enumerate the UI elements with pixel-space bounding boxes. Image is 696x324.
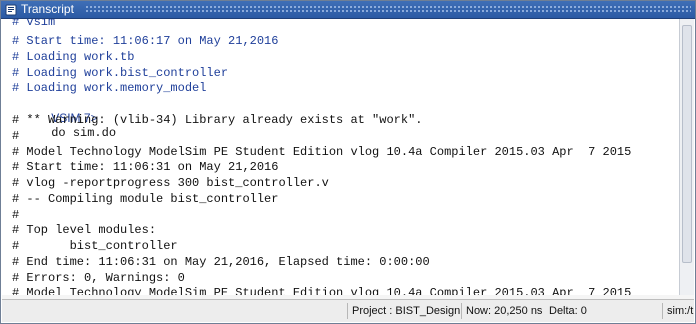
transcript-line: # Model Technology ModelSim PE Student E… xyxy=(12,145,632,159)
transcript-line: # Loading work.memory_model xyxy=(12,81,207,95)
status-now: Now: 20,250 ns xyxy=(461,303,549,319)
title-grip[interactable] xyxy=(85,5,691,14)
transcript-content[interactable]: # vsim # Start time: 11:06:17 on May 21,… xyxy=(4,19,680,296)
transcript-line: # End time: 11:06:31 on May 21,2016, Ela… xyxy=(12,255,430,269)
transcript-line: # Loading work.tb xyxy=(12,50,135,64)
transcript-line: # Start time: 11:06:31 on May 21,2016 xyxy=(12,160,279,174)
transcript-window-icon xyxy=(5,3,17,16)
transcript-line: # xyxy=(12,208,20,222)
transcript-line: # -- Compiling module bist_controller xyxy=(12,192,279,206)
status-sim-path: sim:/t xyxy=(662,303,695,319)
transcript-line: # Top level modules: xyxy=(12,223,157,237)
transcript-line: # vlog -reportprogress 300 bist_controll… xyxy=(12,176,329,190)
vertical-scrollbar[interactable] xyxy=(679,19,694,295)
transcript-line: # ** Warning: (vlib-34) Library already … xyxy=(12,113,423,127)
transcript-line: # Loading work.bist_controller xyxy=(12,66,229,80)
transcript-command-line: VSIM 7> do sim.do xyxy=(8,97,116,140)
status-bar: Project : BIST_Design Now: 20,250 ns Del… xyxy=(2,299,694,322)
window-title: Transcript xyxy=(21,2,74,16)
status-project: Project : BIST_Design xyxy=(347,303,461,319)
transcript-window: Transcript # vsim # Start time: 11:06:17… xyxy=(0,0,696,324)
transcript-line: # bist_controller xyxy=(12,239,178,253)
title-bar[interactable]: Transcript xyxy=(1,1,695,19)
transcript-line: # Errors: 0, Warnings: 0 xyxy=(12,271,185,285)
transcript-line: # Start time: 11:06:17 on May 21,2016 xyxy=(12,34,279,48)
status-delta: Delta: 0 xyxy=(549,305,587,317)
vertical-scrollbar-thumb[interactable] xyxy=(682,25,692,263)
transcript-line: # vsim xyxy=(12,19,56,29)
command-text: do sim.do xyxy=(51,126,117,140)
transcript-line: # xyxy=(12,129,20,143)
